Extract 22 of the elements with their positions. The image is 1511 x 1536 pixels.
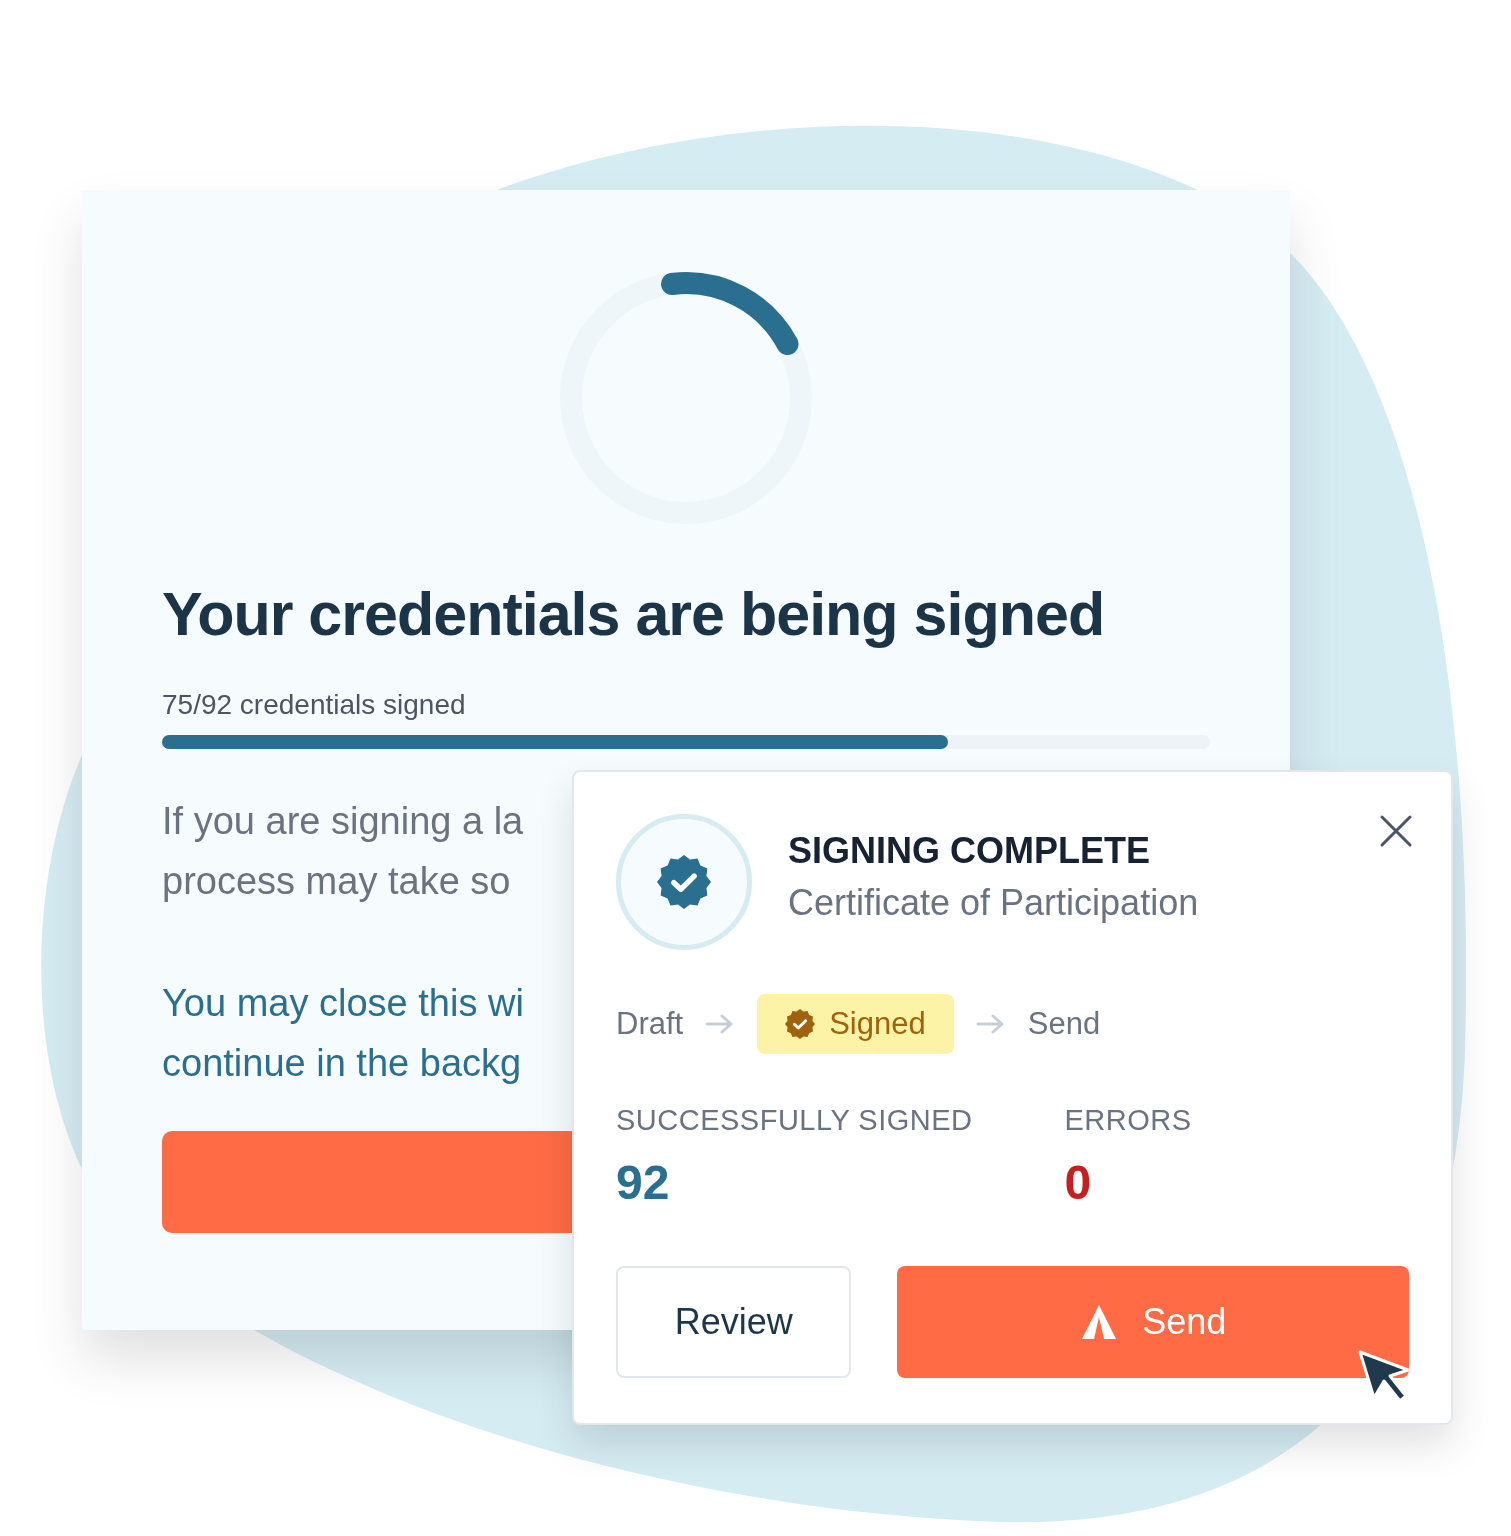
info-text: You may close this wi [162,981,524,1027]
status-step[interactable]: Send [1027,994,1101,1054]
progress-label: 75/92 credentials signed [162,689,467,722]
review-button[interactable]: Review [616,1266,852,1378]
popup-title: SIGNING COMPLETE [788,830,1152,872]
card-title: Your credentials are being signed [162,579,1106,650]
close-icon[interactable] [1379,814,1413,848]
stat-label: SUCCESSFULLY SIGNED [616,1104,973,1137]
tent-icon [1080,1303,1119,1341]
status-step[interactable]: Signed [757,994,954,1054]
verified-seal-icon [657,855,711,909]
arrow-right-icon [975,1013,1006,1035]
stat-value: 0 [1064,1155,1093,1210]
stat-value: 92 [616,1155,671,1210]
popup-subtitle: Certificate of Participation [788,882,1199,924]
notice-text: process may take so [162,859,511,905]
info-text: continue in the backg [162,1041,522,1087]
status-step[interactable]: Draft [616,994,684,1054]
stat-label: ERRORS [1064,1104,1192,1137]
notice-text: If you are signing a la [162,799,524,845]
seal-check-icon [785,1009,816,1039]
send-button[interactable]: Send [897,1266,1409,1378]
